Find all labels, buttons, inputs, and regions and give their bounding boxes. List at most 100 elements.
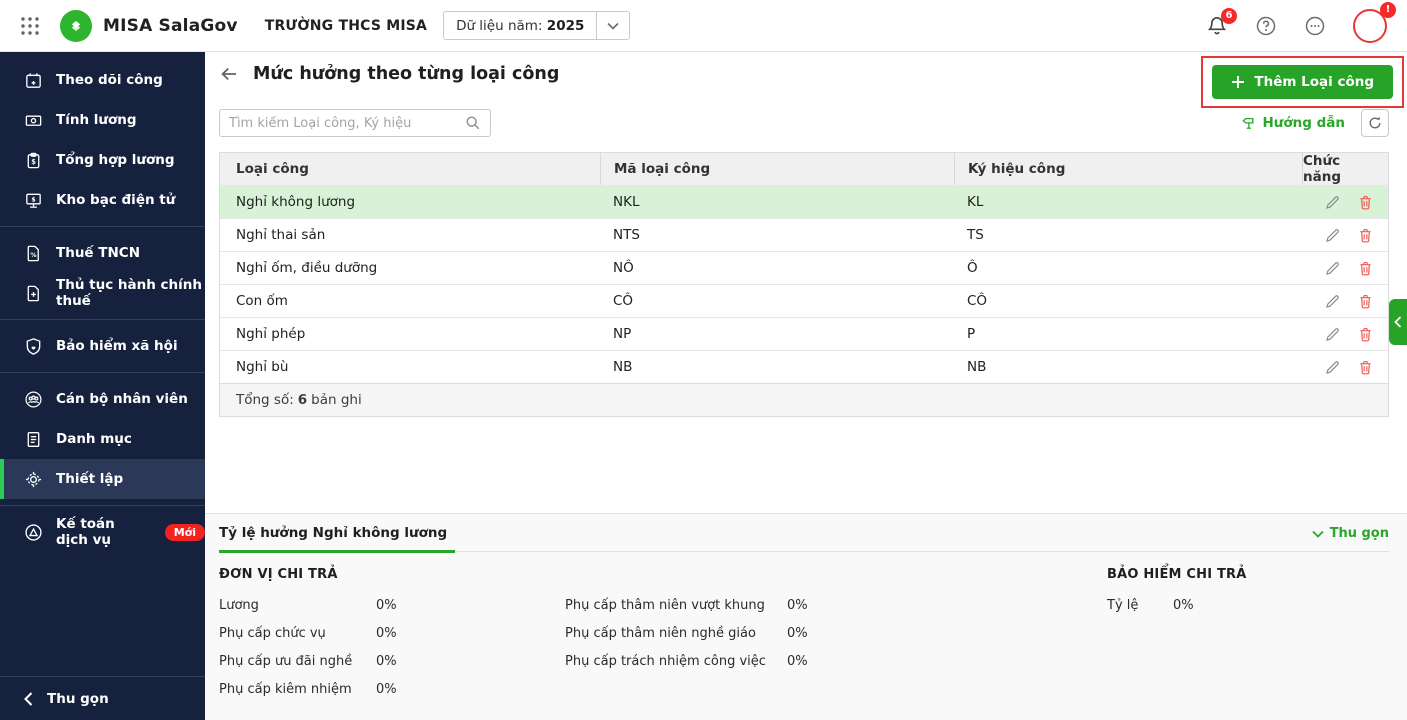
rate-item: Phụ cấp ưu đãi nghề 0% [219,653,397,669]
rate-item: Phụ cấp kiêm nhiệm 0% [219,681,397,697]
sidebar-divider [0,319,205,320]
search-box[interactable] [219,109,491,137]
edit-icon[interactable] [1324,260,1341,277]
more-options-button[interactable] [1304,15,1326,37]
document-list-icon [23,429,43,449]
chevron-down-icon[interactable] [597,22,629,30]
svg-text:%: % [30,251,36,258]
panel-collapse-button[interactable]: Thu gọn [1311,526,1389,551]
table-row[interactable]: Nghỉ ốm, điều dưỡng NÔ Ô [220,251,1388,284]
rate-item: Phụ cấp trách nhiệm công việc 0% [565,653,808,669]
file-plus-icon [23,283,43,303]
sidebar-divider [0,226,205,227]
refresh-button[interactable] [1361,109,1389,137]
sidebar-item-ke-toan-dich-vu[interactable]: Kế toán dịch vụ Mới [0,512,205,552]
chevron-left-icon [24,691,33,706]
avatar-alert-badge: ! [1380,1,1396,18]
column-header: Loại công [236,161,309,177]
user-avatar[interactable]: ! [1353,1,1396,43]
table-row[interactable]: Nghỉ bù NB NB [220,350,1388,383]
sidebar: Theo dõi công Tính lương $ Tổng hợp lươn… [0,52,205,720]
column-header: Ký hiệu công [954,153,1302,185]
sidebar-item-kho-bac-dien-tu[interactable]: $ Kho bạc điện tử [0,180,205,220]
signpost-icon [1240,115,1256,131]
tab-rate-detail[interactable]: Tỷ lệ hưởng Nghỉ không lương [219,525,456,553]
rate-item: Lương 0% [219,597,397,613]
people-group-icon [23,389,43,409]
new-badge: Mới [164,523,205,541]
table-header: Loại công Mã loại công Ký hiệu công Chức… [220,153,1388,185]
file-percent-icon: % [23,243,43,263]
calendar-plus-icon [23,70,43,90]
table-row[interactable]: Nghỉ thai sản NTS TS [220,218,1388,251]
column-header: Mã loại công [600,153,954,185]
rate-item: Phụ cấp thâm niên vượt khung 0% [565,597,808,613]
work-type-table: Loại công Mã loại công Ký hiệu công Chức… [219,152,1389,417]
help-button[interactable] [1255,15,1277,37]
sidebar-item-thiet-lap[interactable]: Thiết lập [0,459,205,499]
record-count: 6 [297,392,308,408]
column-header: Chức năng [1302,153,1388,185]
sidebar-item-thu-tuc-hanh-chinh-thue[interactable]: Thủ tục hành chính thuế [0,273,205,313]
shield-heart-icon [23,336,43,356]
table-footer: Tổng số: 6 bản ghi [220,383,1388,416]
search-icon[interactable] [465,115,481,131]
table-row[interactable]: Con ốm CÔ CÔ [220,284,1388,317]
sidebar-item-bao-hiem-xa-hoi[interactable]: Bảo hiểm xã hội [0,326,205,366]
sidebar-divider [0,505,205,506]
highlight-annotation: Thêm Loại công [1201,56,1404,108]
back-arrow-icon [221,67,236,81]
delete-icon[interactable] [1357,326,1374,343]
page-title: Mức hưởng theo từng loại công [253,64,560,84]
sidebar-item-danh-muc[interactable]: Danh mục [0,419,205,459]
svg-text:$: $ [31,196,35,203]
edit-icon[interactable] [1324,293,1341,310]
main-content: Mức hưởng theo từng loại công Thêm Loại … [205,52,1407,720]
table-row[interactable]: Nghỉ phép NP P [220,317,1388,350]
add-work-type-button[interactable]: Thêm Loại công [1212,65,1393,99]
delete-icon[interactable] [1357,359,1374,376]
table-row[interactable]: Nghỉ không lương NKL KL [220,185,1388,218]
back-button[interactable] [219,64,239,84]
delete-icon[interactable] [1357,293,1374,310]
ellipsis-icon [1305,16,1325,35]
guide-link[interactable]: Hướng dẫn [1240,115,1345,131]
rate-item: Phụ cấp thâm niên nghề giáo 0% [565,625,808,641]
rate-item: Tỷ lệ 0% [1107,597,1194,613]
amis-logo-icon [23,522,43,542]
monitor-dollar-icon: $ [23,190,43,210]
svg-text:$: $ [31,158,36,166]
edit-icon[interactable] [1324,359,1341,376]
refresh-icon [1367,115,1383,131]
topbar: MISA SalaGov TRƯỜNG THCS MISA Dữ liệu nă… [0,0,1407,52]
org-name: TRƯỜNG THCS MISA [264,17,428,34]
notification-count-badge: 6 [1221,7,1237,24]
plus-icon [1231,75,1245,89]
edit-icon[interactable] [1324,227,1341,244]
sidebar-collapse-button[interactable]: Thu gọn [0,676,205,720]
search-input[interactable] [229,115,465,131]
sidebar-item-theo-doi-cong[interactable]: Theo dõi công [0,60,205,100]
app-launcher-icon[interactable] [20,16,40,36]
delete-icon[interactable] [1357,194,1374,211]
banknote-icon [23,110,43,130]
sidebar-item-can-bo-nhan-vien[interactable]: Cán bộ nhân viên [0,379,205,419]
sidebar-item-thue-tncn[interactable]: % Thuế TNCN [0,233,205,273]
data-year-select[interactable]: Dữ liệu năm: 2025 [443,11,631,40]
edit-icon[interactable] [1324,194,1341,211]
gear-icon [23,469,43,489]
data-year-value: Dữ liệu năm: 2025 [456,17,585,34]
notifications-button[interactable]: 6 [1206,7,1237,37]
app-name: MISA SalaGov [103,15,238,36]
question-icon [1256,16,1276,35]
chevron-left-icon [1394,316,1402,328]
delete-icon[interactable] [1357,227,1374,244]
sidebar-item-tong-hop-luong[interactable]: $ Tổng hợp lương [0,140,205,180]
sidebar-item-tinh-luong[interactable]: Tính lương [0,100,205,140]
clipboard-dollar-icon: $ [23,150,43,170]
app-root: MISA SalaGov TRƯỜNG THCS MISA Dữ liệu nă… [0,0,1407,720]
edit-icon[interactable] [1324,326,1341,343]
sidebar-divider [0,372,205,373]
expand-right-panel-handle[interactable] [1389,299,1407,345]
delete-icon[interactable] [1357,260,1374,277]
